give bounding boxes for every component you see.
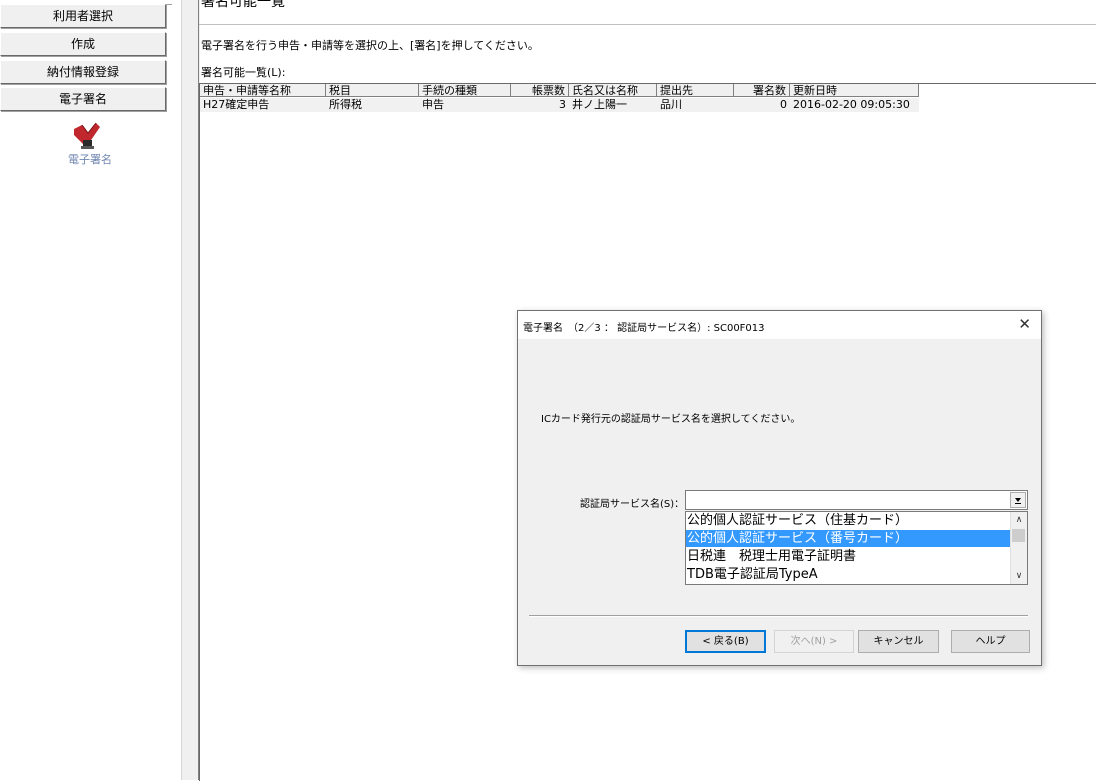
instruction-text: 電子署名を行う申告・申請等を選択の上、[署名]を押してください。 <box>201 39 539 52</box>
list-header: 申告・申請等名称 税目 手続の種類 帳票数 氏名又は名称 提出先 署名数 更新日… <box>200 84 919 98</box>
scrollbar-thumb[interactable] <box>1012 529 1025 542</box>
sidebar-item-payment-registration[interactable]: 納付情報登録 <box>0 60 166 84</box>
title-divider <box>199 24 1096 25</box>
next-button[interactable]: 次へ(N) > <box>774 630 854 653</box>
column-header-updated-at[interactable]: 更新日時 <box>790 84 919 97</box>
column-header-procedure-type[interactable]: 手続の種類 <box>419 84 511 97</box>
chevron-down-icon[interactable]: ∨ <box>1011 568 1027 584</box>
sidebar-item-label: 電子署名 <box>58 92 107 106</box>
dialog-title: 電子署名 （2／3 ： 認証局サービス名）: SC00F013 <box>523 323 765 334</box>
chevron-up-icon[interactable]: ∧ <box>1011 512 1027 528</box>
cell-signature-count: 0 <box>780 98 787 111</box>
cell-form-count: 3 <box>559 98 566 111</box>
chevron-down-icon[interactable] <box>1010 492 1026 508</box>
back-button[interactable]: < 戻る(B) <box>685 630 766 653</box>
sidebar-item-label: 作成 <box>70 37 95 51</box>
sidebar-item-label: 納付情報登録 <box>46 65 119 79</box>
certificate-authority-dialog: 電子署名 （2／3 ： 認証局サービス名）: SC00F013 ✕ ICカード発… <box>517 310 1042 666</box>
dropdown-scrollbar[interactable]: ∧ ∨ <box>1010 512 1027 584</box>
cell-updated-at: 2016-02-20 09:05:30 <box>793 98 910 111</box>
cell-procedure-type: 申告 <box>422 98 444 111</box>
cell-tax-item: 所得税 <box>329 98 362 111</box>
table-row[interactable]: H27確定申告 所得税 申告 3 井ノ上陽一 品川 0 2016-02-20 0… <box>200 98 919 112</box>
column-header-signature-count[interactable]: 署名数 <box>734 84 790 97</box>
column-header-name[interactable]: 氏名又は名称 <box>569 84 657 97</box>
close-icon[interactable]: ✕ <box>1018 315 1031 333</box>
sidebar-item-digital-signature[interactable]: 電子署名 <box>0 87 166 111</box>
sidebar-item-label: 利用者選択 <box>52 9 113 23</box>
ca-service-dropdown-list[interactable]: 公的個人認証サービス（住基カード） 公的個人認証サービス（番号カード） 日税連 … <box>685 511 1028 585</box>
ca-option-zeirishi-certificate[interactable]: 日税連 税理士用電子証明書 <box>686 548 1012 565</box>
left-navigation: 利用者選択 作成 納付情報登録 電子署名 電子署名 <box>0 0 182 780</box>
cell-submit-to: 品川 <box>660 98 682 111</box>
column-header-filing-name[interactable]: 申告・申請等名称 <box>200 84 326 97</box>
cell-name: 井ノ上陽一 <box>572 98 627 111</box>
signable-list-label: 署名可能一覧(L): <box>201 66 286 79</box>
help-button[interactable]: ヘルプ <box>951 630 1030 653</box>
page-title: 署名可能一覧 <box>201 0 285 10</box>
ca-service-combobox[interactable] <box>685 490 1028 510</box>
column-header-submit-to[interactable]: 提出先 <box>657 84 734 97</box>
column-header-form-count[interactable]: 帳票数 <box>511 84 569 97</box>
sidebar-item-user-select[interactable]: 利用者選択 <box>0 4 166 28</box>
cancel-button[interactable]: キャンセル <box>858 630 939 653</box>
ca-service-label: 認証局サービス名(S)： <box>580 499 685 510</box>
ca-option-my-number-card[interactable]: 公的個人認証サービス（番号カード） <box>686 530 1012 547</box>
cell-filing-name: H27確定申告 <box>203 98 270 111</box>
dialog-message: ICカード発行元の認証局サービス名を選択してください。 <box>541 414 801 425</box>
ca-option-juki-card[interactable]: 公的個人認証サービス（住基カード） <box>686 512 1012 529</box>
column-header-tax-item[interactable]: 税目 <box>326 84 419 97</box>
digital-signature-icon-label: 電子署名 <box>68 153 112 166</box>
dialog-separator <box>529 615 1028 617</box>
dialog-titlebar[interactable]: 電子署名 （2／3 ： 認証局サービス名）: SC00F013 ✕ <box>518 311 1041 339</box>
digital-signature-icon[interactable] <box>70 121 102 151</box>
sidebar-item-create[interactable]: 作成 <box>0 32 166 56</box>
ca-option-tdb-typea[interactable]: TDB電子認証局TypeA <box>686 566 1012 583</box>
